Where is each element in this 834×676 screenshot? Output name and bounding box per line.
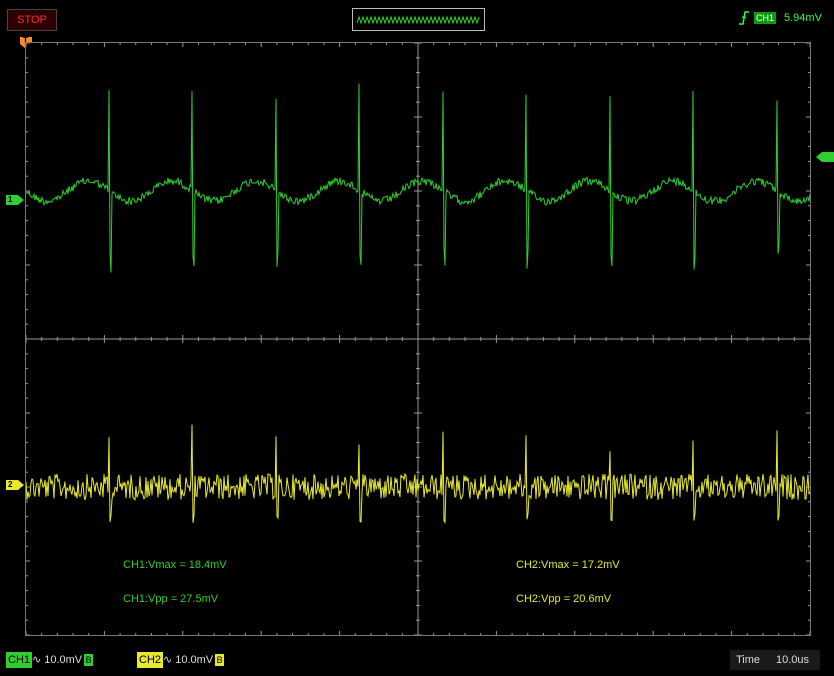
ch1-vmax-measurement: CH1:Vmax = 18.4mV bbox=[123, 559, 227, 571]
ch1-status[interactable]: CH1 ∿ 10.0mV B bbox=[6, 652, 94, 668]
left-marker-rail bbox=[0, 36, 25, 640]
ch1-trace bbox=[26, 83, 810, 273]
trigger-level: 5.94mV bbox=[784, 12, 822, 24]
ch1-trigger-level-marker[interactable] bbox=[816, 152, 834, 162]
right-marker-rail bbox=[811, 36, 834, 640]
ch2-status[interactable]: CH2 ∿ 10.0mV B bbox=[137, 652, 225, 668]
run-stop-button[interactable]: STOP bbox=[7, 9, 57, 31]
trigger-info[interactable]: CH1 5.94mV bbox=[734, 8, 830, 29]
ch2-trace bbox=[26, 424, 810, 524]
ch1-scale: 10.0mV bbox=[44, 654, 83, 666]
waveform-traces bbox=[26, 83, 810, 524]
ch2-tag: CH2 bbox=[137, 652, 164, 668]
ch1-bandwidth-limit: B bbox=[84, 654, 94, 667]
ch2-vmax-measurement: CH2:Vmax = 17.2mV bbox=[516, 559, 620, 571]
ch1-tag: CH1 bbox=[6, 652, 33, 668]
ch2-coupling-icon: ∿ bbox=[163, 654, 173, 666]
timebase-indicator[interactable]: Time 10.0us bbox=[730, 650, 820, 670]
ch1-vpp-measurement: CH1:Vpp = 27.5mV bbox=[123, 593, 219, 605]
waveform-overview[interactable] bbox=[352, 8, 485, 31]
ch2-offset-marker[interactable]: 2 bbox=[6, 480, 24, 490]
oscilloscope-screen[interactable]: CH1:Vmax = 18.4mV CH1:Vpp = 27.5mV CH2:V… bbox=[25, 42, 811, 636]
timebase-value: 10.0us bbox=[776, 654, 810, 666]
ch1-coupling-icon: ∿ bbox=[32, 654, 42, 666]
top-status-bar: STOP CH1 5.94mV bbox=[0, 0, 834, 36]
ch2-bandwidth-limit: B bbox=[215, 654, 225, 667]
trigger-channel-badge: CH1 bbox=[754, 12, 777, 24]
ch2-vpp-measurement: CH2:Vpp = 20.6mV bbox=[516, 593, 612, 605]
rising-edge-icon bbox=[739, 11, 749, 25]
ch2-scale: 10.0mV bbox=[175, 654, 214, 666]
overview-waveform bbox=[356, 15, 480, 25]
ch1-offset-marker[interactable]: 1 bbox=[6, 195, 24, 205]
timebase-label: Time bbox=[736, 654, 761, 666]
bottom-status-bar: CH1 ∿ 10.0mV B CH2 ∿ 10.0mV B Time 10.0us bbox=[0, 648, 834, 676]
